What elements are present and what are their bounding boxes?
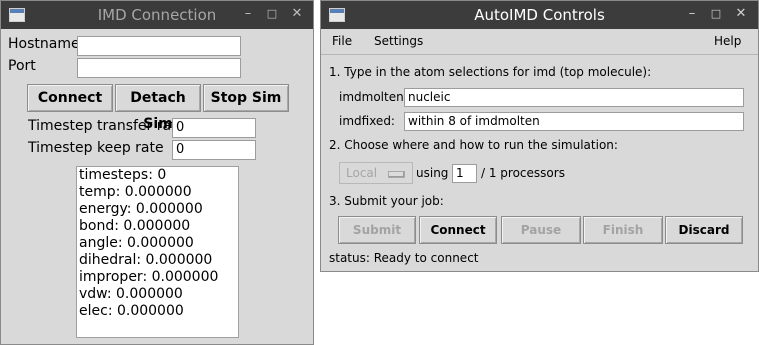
- pause-button[interactable]: Pause: [501, 216, 581, 244]
- imd-connection-window: IMD Connection – □ ✕ Hostname Port Conne…: [0, 0, 314, 345]
- processors-input[interactable]: 1: [452, 164, 477, 183]
- finish-button[interactable]: Finish: [583, 216, 663, 244]
- stat-item: vdw: 0.000000: [79, 286, 183, 302]
- submit-button[interactable]: Submit: [338, 216, 416, 244]
- menubar: File Settings Help: [321, 29, 758, 55]
- autoimd-controls-window: AutoIMD Controls – □ ✕ File Settings Hel…: [320, 0, 759, 272]
- imdmolten-label: imdmolten:: [339, 90, 408, 104]
- imdfixed-label: imdfixed:: [339, 114, 395, 128]
- titlebar[interactable]: AutoIMD Controls – □ ✕: [321, 1, 758, 29]
- stat-item: improper: 0.000000: [79, 269, 219, 285]
- hostname-label: Hostname: [8, 36, 80, 52]
- maximize-icon[interactable]: □: [707, 5, 725, 23]
- minimize-icon[interactable]: –: [683, 5, 701, 23]
- close-icon[interactable]: ✕: [732, 5, 750, 23]
- timestep-transfer-label: Timestep transfer rate: [28, 118, 186, 134]
- titlebar[interactable]: IMD Connection – □ ✕: [1, 1, 313, 29]
- stats-listbox[interactable]: timesteps: 0 temp: 0.000000 energy: 0.00…: [76, 166, 239, 338]
- menu-help[interactable]: Help: [714, 34, 741, 48]
- using-label: using: [416, 166, 449, 180]
- connect-button[interactable]: Connect: [27, 84, 113, 112]
- close-icon[interactable]: ✕: [288, 5, 306, 23]
- timestep-keep-input[interactable]: 0: [172, 140, 256, 160]
- dropdown-indicator-icon: [388, 171, 405, 178]
- imdfixed-input[interactable]: within 8 of imdmolten: [404, 112, 744, 131]
- timestep-transfer-input[interactable]: 0: [172, 118, 256, 138]
- hostname-input[interactable]: [77, 36, 241, 56]
- connect-button[interactable]: Connect: [419, 216, 497, 244]
- stat-item: dihedral: 0.000000: [79, 252, 213, 268]
- stat-item: timesteps: 0: [79, 167, 167, 183]
- maximize-icon[interactable]: □: [263, 5, 281, 23]
- discard-button[interactable]: Discard: [665, 216, 743, 244]
- location-dropdown[interactable]: Local: [339, 162, 413, 184]
- port-input[interactable]: [77, 58, 241, 78]
- stat-item: temp: 0.000000: [79, 184, 192, 200]
- step2-label: 2. Choose where and how to run the simul…: [329, 138, 618, 152]
- menu-file[interactable]: File: [332, 34, 352, 48]
- menu-settings[interactable]: Settings: [374, 34, 423, 48]
- stop-sim-button[interactable]: Stop Sim: [203, 84, 289, 112]
- minimize-icon[interactable]: –: [239, 5, 257, 23]
- step1-label: 1. Type in the atom selections for imd (…: [329, 65, 652, 79]
- stat-item: elec: 0.000000: [79, 303, 184, 319]
- location-value: Local: [346, 166, 378, 180]
- timestep-keep-label: Timestep keep rate: [28, 140, 164, 156]
- port-label: Port: [8, 58, 36, 74]
- processors-suffix: / 1 processors: [481, 166, 565, 180]
- stat-item: energy: 0.000000: [79, 201, 203, 217]
- stat-item: bond: 0.000000: [79, 218, 191, 234]
- status-text: status: Ready to connect: [329, 251, 479, 265]
- detach-sim-button[interactable]: Detach Sim: [115, 84, 201, 132]
- imdmolten-input[interactable]: nucleic: [404, 88, 744, 107]
- step3-label: 3. Submit your job:: [329, 194, 444, 208]
- stat-item: angle: 0.000000: [79, 235, 194, 251]
